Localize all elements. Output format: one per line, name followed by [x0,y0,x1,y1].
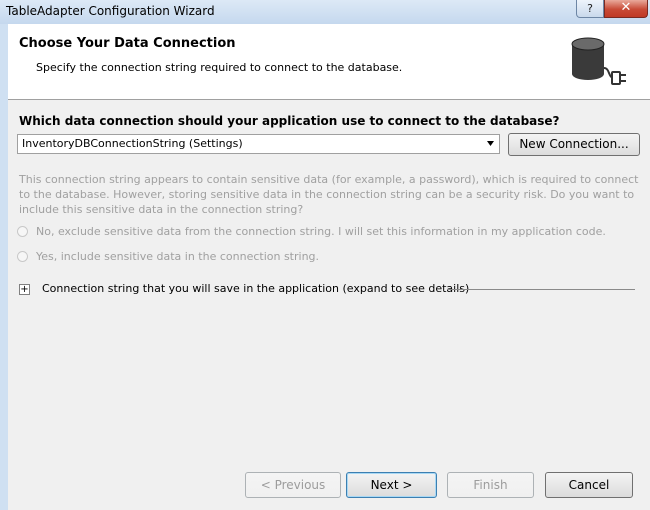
radio-include-label[interactable]: Yes, include sensitive data in the conne… [36,250,319,263]
radio-button-icon[interactable] [17,251,28,262]
radio-exclude-label[interactable]: No, exclude sensitive data from the conn… [36,225,606,238]
page-subtitle: Specify the connection string required t… [36,61,403,74]
sensitive-data-warning: This connection string appears to contai… [19,173,639,216]
help-button[interactable]: ? [576,0,604,18]
connection-select[interactable]: InventoryDBConnectionString (Settings) [17,134,500,154]
expand-plus-icon[interactable]: + [19,284,30,295]
new-connection-button[interactable]: New Connection... [508,133,640,156]
cancel-button[interactable]: Cancel [545,472,633,498]
wizard-header: Choose Your Data Connection Specify the … [8,24,650,100]
page-title: Choose Your Data Connection [19,36,236,51]
previous-button[interactable]: < Previous [245,472,341,498]
divider [447,289,635,290]
close-button[interactable]: ✕ [604,0,648,18]
expander-label[interactable]: Connection string that you will save in … [42,282,469,295]
connection-question: Which data connection should your applic… [19,114,560,128]
next-button[interactable]: Next > [346,472,437,498]
connection-string-expander[interactable]: + Connection string that you will save i… [19,282,635,298]
finish-button[interactable]: Finish [447,472,534,498]
window-title: TableAdapter Configuration Wizard [6,4,215,18]
chevron-down-icon[interactable] [486,139,495,148]
title-bar: TableAdapter Configuration Wizard ? ✕ [0,0,650,24]
wizard-client-area: Choose Your Data Connection Specify the … [8,24,650,510]
connection-select-value: InventoryDBConnectionString (Settings) [22,137,243,150]
radio-button-icon[interactable] [17,226,28,237]
database-plug-icon [571,37,626,85]
